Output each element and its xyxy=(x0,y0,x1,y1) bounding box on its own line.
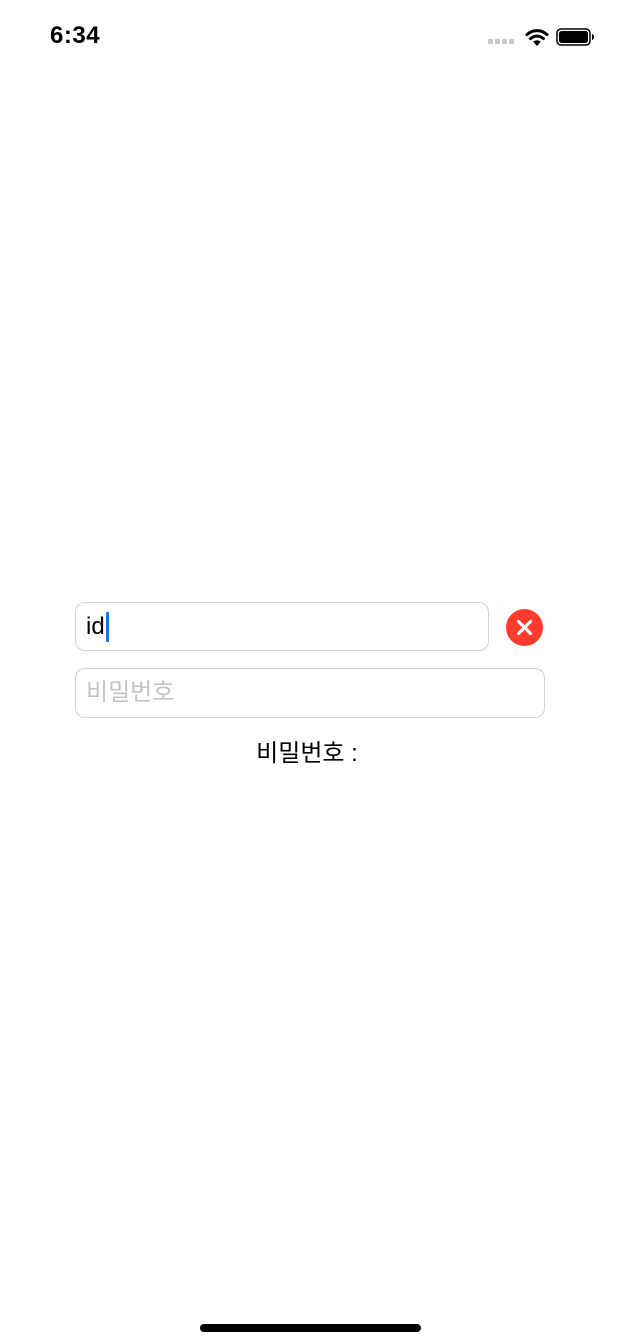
id-input[interactable]: id xyxy=(75,602,489,651)
password-input[interactable] xyxy=(75,668,545,718)
status-time: 6:34 xyxy=(50,22,101,49)
home-indicator[interactable] xyxy=(200,1324,421,1332)
wifi-icon xyxy=(525,29,549,46)
id-input-value: id xyxy=(86,612,105,640)
password-label: 비밀번호 : xyxy=(256,740,358,767)
clear-id-button[interactable] xyxy=(506,609,543,646)
status-bar: 6:34 xyxy=(0,0,621,80)
close-icon xyxy=(516,619,533,636)
cellular-signal-icon xyxy=(488,39,518,45)
battery-icon xyxy=(556,28,594,46)
text-caret xyxy=(105,611,109,642)
